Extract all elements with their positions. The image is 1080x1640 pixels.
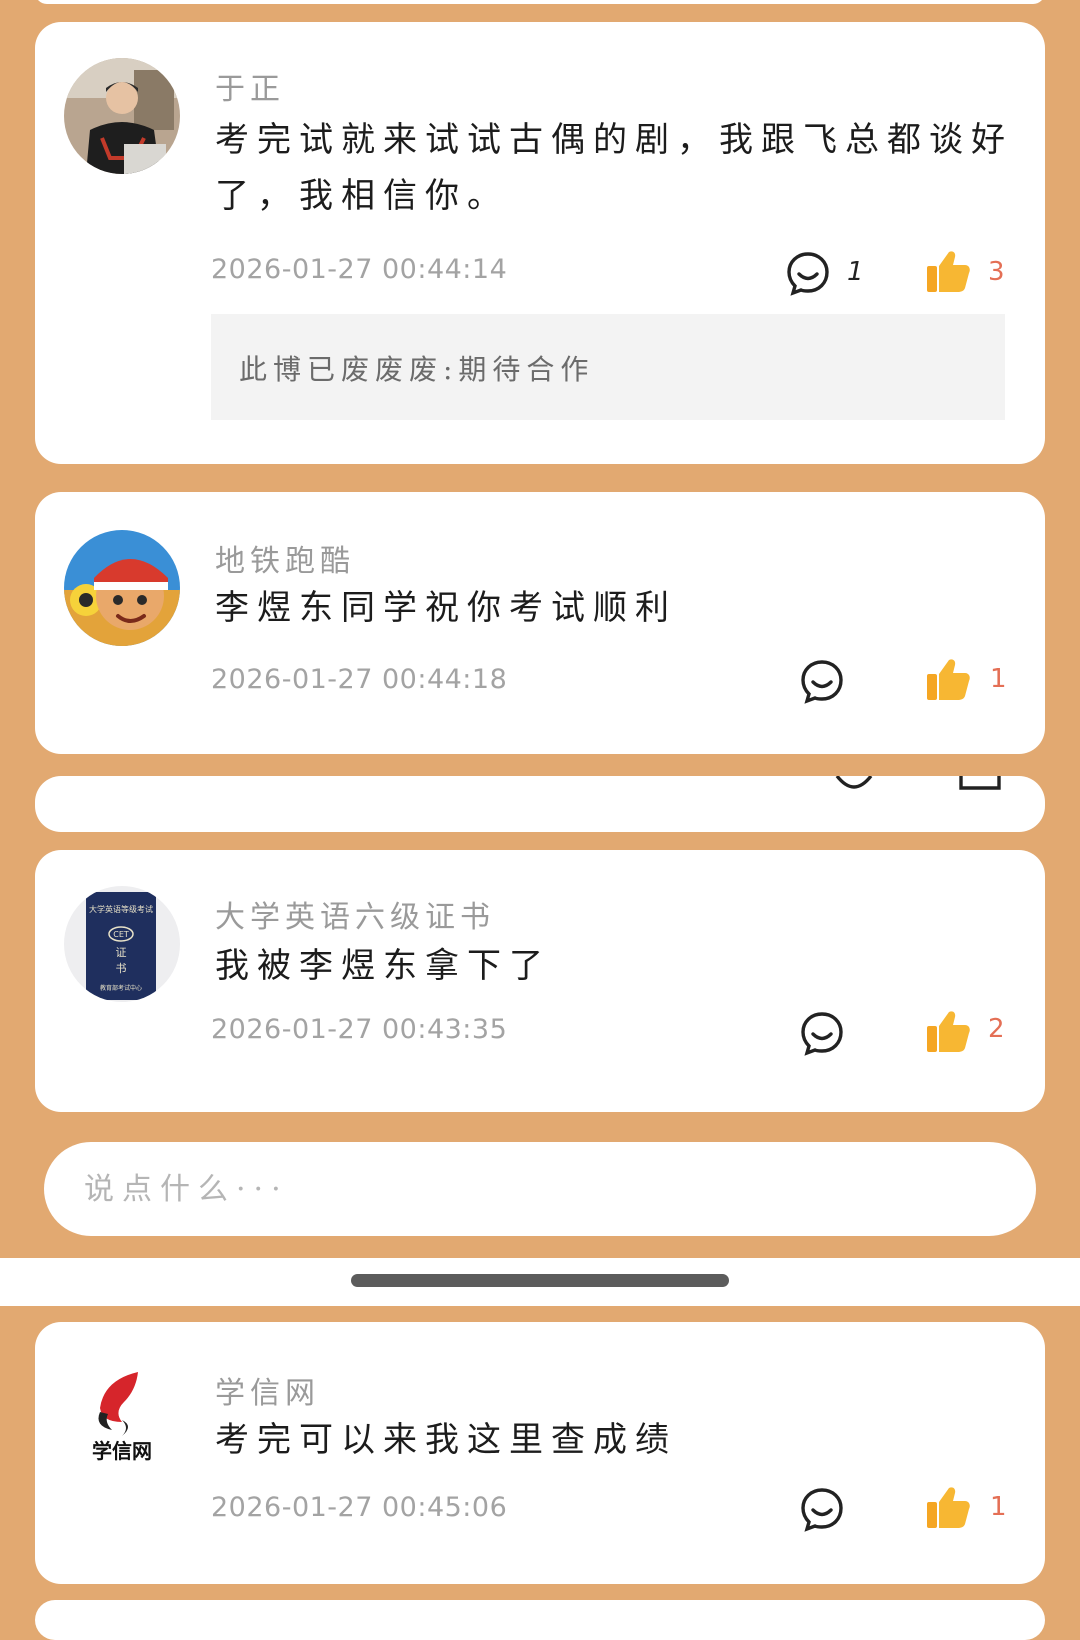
comment-text: 我被李煜东拿下了: [215, 946, 551, 986]
thumbs-up-icon[interactable]: [925, 656, 971, 702]
thumbs-up-icon[interactable]: [925, 1008, 971, 1054]
like-count: 1: [990, 664, 1007, 694]
comment-bubble-icon[interactable]: [785, 250, 831, 296]
avatar[interactable]: [64, 58, 180, 174]
avatar[interactable]: [64, 530, 180, 646]
comment-bubble-icon[interactable]: [799, 658, 845, 704]
username[interactable]: 学信网: [215, 1368, 320, 1412]
previous-comment-card: [35, 0, 1045, 4]
username[interactable]: 大学英语六级证书: [215, 892, 495, 936]
thumbs-up-icon[interactable]: [957, 776, 1003, 792]
home-indicator[interactable]: [351, 1274, 729, 1287]
comment-card: 于正 考完试就来试试古偶的剧，我跟飞总都谈好了，我相信你。 2026-01-27…: [35, 22, 1045, 464]
comment-text: 考完可以来我这里查成绩: [215, 1420, 677, 1460]
timestamp: 2026-01-27 00:44:18: [211, 664, 508, 695]
avatar-text-issuer: 教育部考试中心: [100, 984, 142, 992]
like-count: 3: [988, 257, 1005, 287]
comment-text: 考完试就来试试古偶的剧，我跟飞总都谈好了，我相信你。: [215, 120, 1013, 216]
comment-text: 李煜东同学祝你考试顺利: [215, 588, 677, 628]
comment-card: 大学英语等级考试 CET 证 书 教育部考试中心 大学英语六级证书 我被李煜东拿…: [35, 850, 1045, 1112]
avatar-text-zheng: 证: [116, 946, 127, 959]
next-comment-card: [35, 1600, 1045, 1640]
comment-bubble-icon[interactable]: [831, 776, 877, 792]
avatar-logo-text: 学信网: [92, 1439, 152, 1463]
comment-input[interactable]: [82, 1160, 986, 1218]
username[interactable]: 地铁跑酷: [215, 536, 355, 580]
certificate-avatar: 大学英语等级考试 CET 证 书 教育部考试中心: [64, 886, 180, 1002]
timestamp: 2026-01-27 00:43:35: [211, 1014, 508, 1045]
person-photo-avatar: [64, 58, 180, 174]
comment-bubble-icon[interactable]: [799, 1486, 845, 1532]
like-count: 2: [988, 1014, 1005, 1044]
comment-card: 地铁跑酷 李煜东同学祝你考试顺利 2026-01-27 00:44:18 1: [35, 492, 1045, 754]
timestamp: 2026-01-27 00:44:14: [211, 254, 508, 285]
username[interactable]: 于正: [215, 64, 285, 108]
avatar-text-cet: CET: [113, 930, 129, 939]
like-count: 1: [990, 1492, 1007, 1522]
avatar-text-shu: 书: [116, 962, 127, 975]
thumbs-up-icon[interactable]: [925, 1484, 971, 1530]
timestamp: 2026-01-27 00:45:06: [211, 1492, 508, 1523]
comment-card-cropped: [35, 776, 1045, 832]
thumbs-up-icon[interactable]: [925, 248, 971, 294]
comment-card: 学信网 学信网 考完可以来我这里查成绩 2026-01-27 00:45:06 …: [35, 1322, 1045, 1584]
reply-preview[interactable]: 此博已废废废:期待合作: [211, 314, 1005, 420]
avatar-text-title: 大学英语等级考试: [89, 904, 153, 914]
comment-input-bar[interactable]: [44, 1142, 1036, 1236]
reply-preview-text: 此博已废废废:期待合作: [239, 353, 595, 386]
chsi-logo-avatar: 学信网: [64, 1360, 180, 1476]
comment-bubble-icon[interactable]: [799, 1010, 845, 1056]
reply-count: 1: [847, 257, 864, 287]
avatar[interactable]: 学信网: [64, 1360, 180, 1476]
game-character-avatar: [64, 530, 180, 646]
avatar[interactable]: 大学英语等级考试 CET 证 书 教育部考试中心: [64, 886, 180, 1002]
